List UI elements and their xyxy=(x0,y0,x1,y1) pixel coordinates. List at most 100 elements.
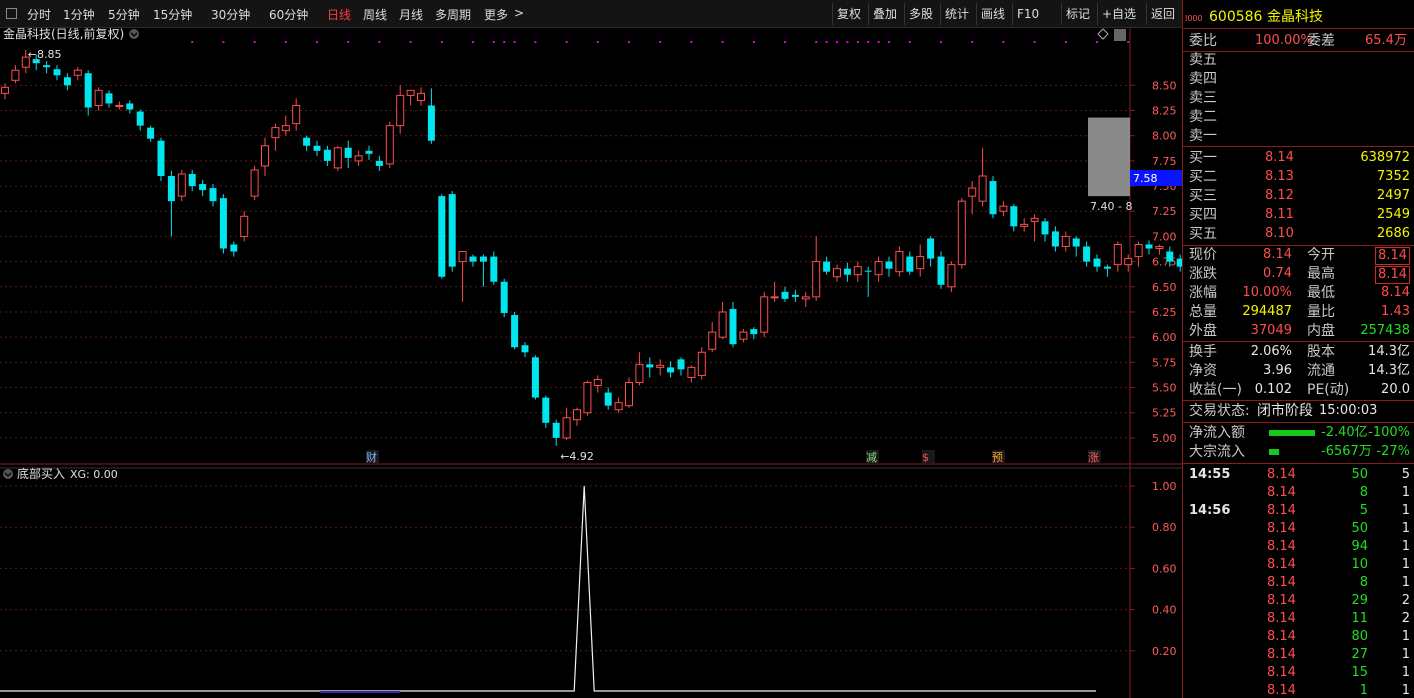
tick-count-11: 1 xyxy=(1401,665,1410,680)
candle-body xyxy=(469,256,477,262)
panel-separator xyxy=(1183,28,1414,29)
candle-body xyxy=(916,256,925,270)
buy-level-volume-1: 7352 xyxy=(1376,169,1410,184)
event-marker-2[interactable]: $ xyxy=(922,451,929,464)
tick-price-4: 8.14 xyxy=(1267,539,1296,554)
panel-separator xyxy=(1183,341,1414,342)
title-dropdown-icon[interactable] xyxy=(129,29,139,39)
candle-body xyxy=(1145,244,1153,249)
candle-body xyxy=(978,175,987,202)
range-box xyxy=(1088,117,1130,197)
stock-code: 600586 xyxy=(1209,9,1263,25)
panel-separator xyxy=(1183,422,1414,423)
candle-body xyxy=(344,147,352,158)
tick-price-3: 8.14 xyxy=(1267,521,1296,536)
period-tab-4[interactable]: 30分钟 xyxy=(211,6,250,23)
period-tab-8[interactable]: 月线 xyxy=(399,6,423,23)
event-marker-0[interactable]: 财 xyxy=(366,450,377,464)
candle xyxy=(500,278,508,318)
netflow-pct: -100% xyxy=(1368,425,1410,440)
buy-level-label-1: 买二 xyxy=(1189,169,1217,185)
diamond-icon[interactable] xyxy=(1097,28,1109,40)
window-menu-icon[interactable] xyxy=(6,8,17,19)
candle xyxy=(573,407,581,426)
stat-value2-4: 257438 xyxy=(1360,323,1410,338)
period-tab-0[interactable]: 分时 xyxy=(27,6,51,23)
event-marker-4[interactable]: 涨 xyxy=(1088,451,1099,464)
candle-body xyxy=(53,69,61,76)
toolbar-button-3[interactable]: 统计 xyxy=(940,3,976,25)
candle-body xyxy=(385,125,394,165)
candle-body xyxy=(219,198,227,249)
candle-body xyxy=(240,215,249,237)
period-tab-9[interactable]: 多周期 xyxy=(435,6,471,23)
toolbar-button-4[interactable]: 画线 xyxy=(976,3,1012,25)
candle-body xyxy=(209,188,217,202)
candle xyxy=(687,365,696,383)
buy-level-price-2: 8.12 xyxy=(1265,188,1294,203)
chart-title: 金晶科技(日线,前复权) xyxy=(3,28,124,41)
y-tick-label: 6.25 xyxy=(1152,306,1177,319)
sell-level-label-1: 卖四 xyxy=(1189,71,1217,87)
tick-count-6: 1 xyxy=(1401,575,1410,590)
candle-body xyxy=(427,105,435,141)
indicator-menu-icon[interactable] xyxy=(3,469,13,479)
candle-body xyxy=(43,65,51,68)
candle xyxy=(84,70,92,116)
toolbar-button-5[interactable]: F10 xyxy=(1012,3,1061,25)
candle-body xyxy=(126,103,134,110)
kline-chart[interactable]: 8.508.258.007.757.507.257.006.756.506.25… xyxy=(0,28,1182,698)
fund-label-2: 收益(一) xyxy=(1189,382,1242,398)
signal-dot xyxy=(409,41,412,43)
block-flow-value: -6567万 xyxy=(1321,444,1372,459)
candle-body xyxy=(739,331,748,340)
candle xyxy=(812,236,821,301)
toolbar-button-1[interactable]: 叠加 xyxy=(868,3,904,25)
stat-label2-0: 今开 xyxy=(1307,247,1335,263)
signal-dot xyxy=(784,41,786,43)
candle xyxy=(677,357,685,376)
tick-volume-2: 5 xyxy=(1359,503,1368,518)
toolbar-button-6[interactable]: 标记 xyxy=(1061,3,1097,25)
toolbar-button-2[interactable]: 多股 xyxy=(904,3,940,25)
event-marker-3[interactable]: 预 xyxy=(992,451,1003,464)
candle xyxy=(801,291,810,307)
candle-body xyxy=(791,294,799,297)
candle xyxy=(978,147,987,207)
candle-body xyxy=(1030,217,1039,222)
block-flow-label: 大宗流入 xyxy=(1189,444,1245,460)
low-marker: ←4.92 xyxy=(560,450,594,463)
candle xyxy=(490,251,498,285)
candle xyxy=(708,322,717,353)
candle-body xyxy=(313,145,321,151)
bid-diff-value: 65.4万 xyxy=(1365,33,1407,48)
candle-body xyxy=(375,160,383,166)
period-tab-3[interactable]: 15分钟 xyxy=(153,6,192,23)
signal-dot xyxy=(1096,41,1098,43)
tick-count-4: 1 xyxy=(1401,539,1410,554)
tick-price-11: 8.14 xyxy=(1267,665,1296,680)
y-tick-label: 7.75 xyxy=(1152,155,1177,168)
candle-body xyxy=(864,270,872,272)
candle xyxy=(1124,254,1133,272)
indicator-y-tick-label: 0.60 xyxy=(1152,562,1177,575)
event-marker-1[interactable]: 减 xyxy=(866,451,877,464)
period-tab-7[interactable]: 周线 xyxy=(363,6,387,23)
period-tab-6[interactable]: 日线 xyxy=(327,6,351,23)
tick-volume-7: 29 xyxy=(1351,593,1368,608)
more-arrow-icon[interactable]: > xyxy=(514,6,524,20)
toolbar-button-8[interactable]: 返回 xyxy=(1146,3,1182,25)
settings-icon[interactable] xyxy=(1114,29,1126,41)
period-tab-1[interactable]: 1分钟 xyxy=(63,6,95,23)
candle xyxy=(562,407,571,440)
candle xyxy=(656,359,665,376)
toolbar-button-0[interactable]: 复权 xyxy=(832,3,868,25)
toolbar-button-7[interactable]: +自选 xyxy=(1097,3,1146,25)
candle xyxy=(531,355,539,400)
signal-dot xyxy=(1064,41,1067,43)
period-tab-10[interactable]: 更多 xyxy=(484,6,508,23)
candle xyxy=(729,301,737,348)
period-tab-5[interactable]: 60分钟 xyxy=(269,6,308,23)
period-tab-2[interactable]: 5分钟 xyxy=(108,6,140,23)
tick-price-8: 8.14 xyxy=(1267,611,1296,626)
